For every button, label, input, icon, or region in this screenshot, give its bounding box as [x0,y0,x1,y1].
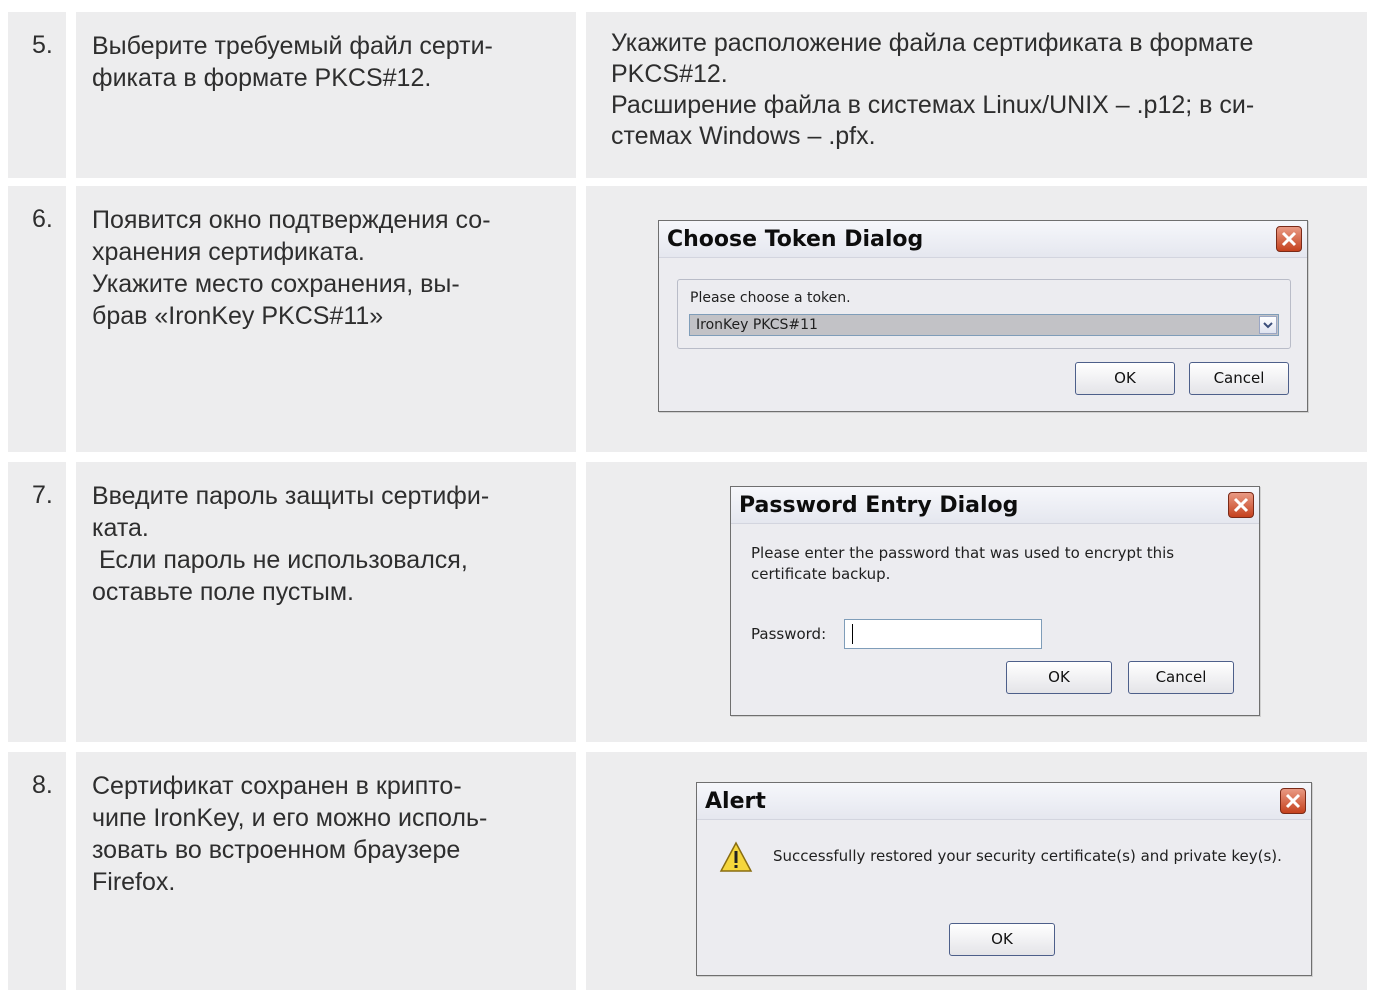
description-line: PKCS#12. [611,60,728,88]
step-text-line: Выберите требуемый файл серти- [92,32,493,60]
choose-token-dialog: Choose Token Dialog Please choose a toke… [658,220,1308,412]
ok-button[interactable]: OK [1075,362,1175,395]
password-message: Please enter the password that was used … [751,543,1174,585]
screenshot-cell: Alert Successfully restored your securit… [586,752,1367,990]
ok-button[interactable]: OK [1006,661,1112,694]
step-text-line: Появится окно подтверждения со- [92,206,491,234]
step-text-line: Firefox. [92,868,176,896]
step-instruction-cell: Выберите требуемый файл серти- фиката в … [76,12,576,178]
dialog-title: Password Entry Dialog [739,493,1019,518]
step-text-line: ката. [92,514,149,542]
close-button[interactable] [1228,492,1254,518]
step-text-line: Сертификат сохранен в крипто- [92,772,462,800]
close-button[interactable] [1276,226,1302,252]
step-number: 8. [32,771,53,799]
token-select-value: IronKey PKCS#11 [696,317,818,333]
step-number: 5. [32,31,53,59]
step-text-line: Если пароль не использовался, [92,546,468,574]
step-number-cell: 8. [8,752,66,990]
step-instruction-cell: Появится окно подтверждения со- хранения… [76,186,576,452]
step-text-line: чипе IronKey, и его можно исполь- [92,804,488,832]
password-entry-dialog: Password Entry Dialog Please enter the p… [730,486,1260,716]
step-number: 6. [32,205,53,233]
description-line: стемах Windows – .pfx. [611,122,876,150]
step-number-cell: 6. [8,186,66,452]
step-description-cell: Укажите расположение файла сертификата в… [586,12,1367,178]
chevron-down-icon [1263,322,1273,329]
cancel-button[interactable]: Cancel [1189,362,1289,395]
dialog-title: Choose Token Dialog [667,227,924,252]
password-label: Password: [751,625,827,643]
description-line: Расширение файла в системах Linux/UNIX –… [611,91,1255,119]
step-number: 7. [32,481,53,509]
alert-dialog: Alert Successfully restored your securit… [696,782,1312,976]
step-instruction-cell: Введите пароль защиты сертифи- ката. Есл… [76,462,576,742]
message-line: certificate backup. [751,565,891,583]
step-instruction-cell: Сертификат сохранен в крипто- чипе IronK… [76,752,576,990]
description-line: Укажите расположение файла сертификата в… [611,29,1254,57]
warning-icon [719,841,753,872]
cancel-button[interactable]: Cancel [1128,661,1234,694]
token-groupbox: Please choose a token. IronKey PKCS#11 [677,279,1291,349]
step-text-line: оставьте поле пустым. [92,578,354,606]
screenshot-cell: Choose Token Dialog Please choose a toke… [586,186,1367,452]
text-cursor [852,624,853,644]
dialog-title: Alert [705,789,766,814]
step-number-cell: 7. [8,462,66,742]
step-text-line: Укажите место сохранения, вы- [92,270,460,298]
close-icon [1285,793,1301,809]
dialog-titlebar: Choose Token Dialog [659,221,1307,258]
close-button[interactable] [1280,788,1306,814]
step-number-cell: 5. [8,12,66,178]
step-text-line: фиката в формате PKCS#12. [92,64,432,92]
token-select[interactable]: IronKey PKCS#11 [689,314,1279,336]
step-text-line: Введите пароль защиты сертифи- [92,482,490,510]
close-icon [1233,497,1249,513]
close-icon [1281,231,1297,247]
step-text-line: хранения сертификата. [92,238,365,266]
ok-button[interactable]: OK [949,923,1055,956]
dialog-titlebar: Password Entry Dialog [731,487,1259,524]
alert-message: Successfully restored your security cert… [773,847,1282,865]
token-prompt: Please choose a token. [690,290,851,306]
step-text-line: зовать во встроенном браузере [92,836,461,864]
screenshot-cell: Password Entry Dialog Please enter the p… [586,462,1367,742]
dialog-titlebar: Alert [697,783,1311,820]
message-line: Please enter the password that was used … [751,544,1175,562]
password-field[interactable] [844,619,1042,649]
dropdown-button[interactable] [1259,316,1277,334]
step-text-line: брав «IronKey PKCS#11» [92,302,384,330]
